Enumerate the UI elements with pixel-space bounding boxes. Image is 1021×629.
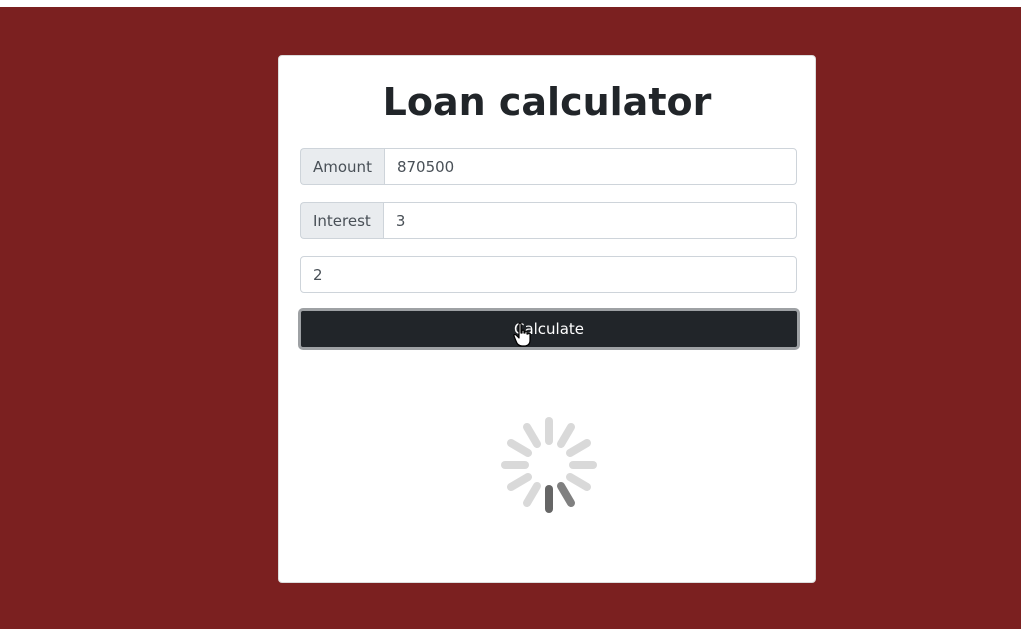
interest-label: Interest [300,202,383,239]
calculate-button[interactable]: Calculate [298,308,800,350]
interest-input-group: Interest [300,202,797,239]
amount-input-group: Amount [300,148,797,185]
years-input-group [300,256,797,293]
years-input[interactable] [300,256,797,293]
interest-input[interactable] [382,202,797,239]
amount-label: Amount [300,148,384,185]
hand-cursor-icon [513,322,531,347]
amount-input[interactable] [383,148,797,185]
spinner-icon [501,417,597,513]
loan-calculator-card: Loan calculator Amount Interest Calculat… [278,55,816,583]
page-title: Loan calculator [382,80,712,124]
